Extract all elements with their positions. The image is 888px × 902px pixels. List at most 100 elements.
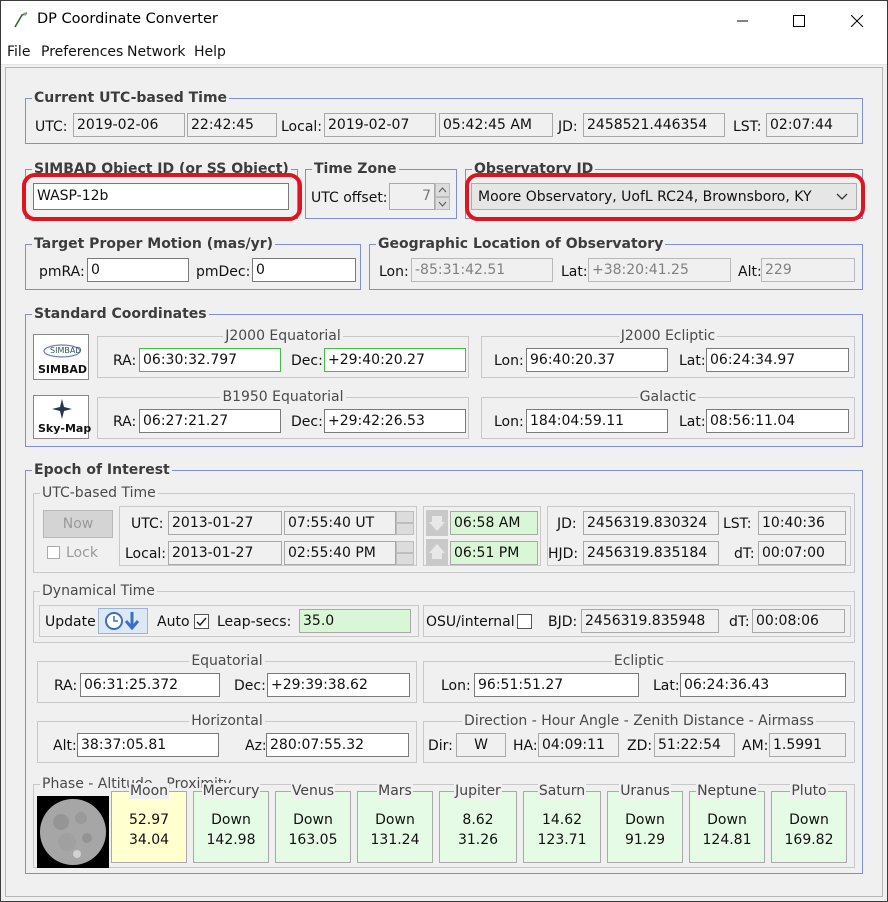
menu-preferences[interactable]: Preferences <box>41 44 123 60</box>
simbad-object-input[interactable]: WASP-12b <box>33 183 289 210</box>
am-value: 1.5991 <box>769 733 846 757</box>
j2000-ra-label: RA: <box>113 353 137 369</box>
epoch-local-label: Local: <box>125 546 167 562</box>
planet-value-1: Down <box>625 812 665 828</box>
horiz-az-input[interactable]: 280:07:55.32 <box>266 733 409 757</box>
set-button[interactable] <box>426 510 448 536</box>
zd-value: 51:22:54 <box>654 733 735 757</box>
pmdec-input[interactable]: 0 <box>252 258 356 282</box>
observatory-select[interactable]: Moore Observatory, UofL RC24, Brownsboro… <box>471 183 857 210</box>
current-local-date: 2019-02-07 <box>324 113 436 137</box>
leap-secs-input[interactable]: 35.0 <box>299 609 411 633</box>
j2000-ecl-lat-input[interactable]: 06:24:34.97 <box>706 348 849 372</box>
pmra-label: pmRA: <box>39 264 85 280</box>
minimize-button[interactable] <box>715 1 771 40</box>
dir-label: Dir: <box>428 738 453 754</box>
geo-alt-label: Alt: <box>738 264 762 280</box>
b1950-dec-input[interactable]: +29:42:26.53 <box>324 409 466 433</box>
close-button[interactable] <box>829 1 885 40</box>
b1950-ra-label: RA: <box>113 414 137 430</box>
j2000-dec-input[interactable]: +29:40:20.27 <box>324 348 466 372</box>
horiz-alt-label: Alt: <box>53 738 77 754</box>
auto-label: Auto <box>157 614 190 630</box>
geo-alt-input[interactable]: 229 <box>761 258 855 282</box>
proper-motion-legend: Target Proper Motion (mas/yr) <box>34 236 274 252</box>
planet-name: Uranus <box>619 783 671 799</box>
epoch-equatorial-title: Equatorial <box>191 653 263 669</box>
lock-checkbox[interactable] <box>47 546 60 559</box>
b1950-dec-label: Dec: <box>291 414 323 430</box>
simbad-logo-text: SIMBAD <box>38 363 87 376</box>
galactic-lat-input[interactable]: 08:56:11.04 <box>706 409 849 433</box>
epoch-local-date[interactable]: 2013-01-27 <box>168 541 282 565</box>
utc-offset-input[interactable]: 7 <box>389 183 435 210</box>
j2000-ra-input[interactable]: 06:30:32.797 <box>139 348 281 372</box>
clock-download-icon <box>105 612 140 631</box>
epoch-dt-label: dT: <box>734 546 755 562</box>
bjd-label: BJD: <box>548 614 578 630</box>
planet-value-2: 31.26 <box>457 832 499 848</box>
j2000-ecl-lat-label: Lat: <box>679 353 706 369</box>
auto-checkbox[interactable] <box>194 614 209 629</box>
planet-value-1: 52.97 <box>128 812 170 828</box>
epoch-jd[interactable]: 2456319.830324 <box>583 511 719 535</box>
simbad-button[interactable]: SIMBAD SIMBAD <box>33 334 89 380</box>
planet-name: Jupiter <box>454 783 502 799</box>
dyn-dt-label: dT: <box>729 614 750 630</box>
local-time-up[interactable] <box>396 541 414 553</box>
planet-neptune: Neptune Down 124.81 <box>689 783 765 863</box>
planet-moon: Moon 52.97 34.04 <box>111 783 187 863</box>
now-button[interactable]: Now <box>43 510 113 538</box>
menu-help[interactable]: Help <box>194 44 226 60</box>
planet-value-2: 124.81 <box>702 832 752 848</box>
utc-time-down[interactable] <box>396 523 414 535</box>
arrow-up-icon <box>429 544 445 559</box>
horizontal-title: Horizontal <box>191 713 263 729</box>
menu-file[interactable]: File <box>7 44 30 60</box>
timezone-legend: Time Zone <box>314 161 397 177</box>
horiz-alt-input[interactable]: 38:37:05.81 <box>77 733 219 757</box>
menu-network[interactable]: Network <box>127 44 185 60</box>
current-utc-time: 22:42:45 <box>187 113 277 137</box>
epoch-dec-input[interactable]: +29:39:38.62 <box>267 673 410 697</box>
lock-label: Lock <box>66 545 98 561</box>
local-time-down[interactable] <box>396 553 414 565</box>
epoch-utc-date[interactable]: 2013-01-27 <box>168 511 282 535</box>
epoch-ra-input[interactable]: 06:31:25.372 <box>80 673 220 697</box>
epoch-jd-label: JD: <box>557 516 577 532</box>
epoch-local-time[interactable]: 02:55:40 PM <box>284 541 396 565</box>
utc-offset-up[interactable] <box>435 183 450 197</box>
planet-venus: Venus Down 163.05 <box>275 783 351 863</box>
epoch-utc-time[interactable]: 07:55:40 UT <box>284 511 396 535</box>
galactic-lon-input[interactable]: 184:04:59.11 <box>526 409 668 433</box>
update-button[interactable] <box>98 608 148 634</box>
chevron-down-icon <box>438 201 447 207</box>
utc-time-up[interactable] <box>396 511 414 523</box>
leap-secs-label: Leap-secs: <box>217 614 292 630</box>
planet-value-2: 91.29 <box>624 832 666 848</box>
planet-value-2: 131.24 <box>370 832 420 848</box>
skymap-logo-text: Sky-Map <box>38 422 92 435</box>
utc-offset-down[interactable] <box>435 197 450 210</box>
epoch-hjd-label: HJD: <box>548 546 579 562</box>
j2000-ecl-lon-input[interactable]: 96:40:20.37 <box>526 348 668 372</box>
app-window: DP Coordinate Converter File Preferences… <box>0 0 888 902</box>
epoch-ecl-lon-input[interactable]: 96:51:51.27 <box>474 673 639 697</box>
epoch-ecl-lat-input[interactable]: 06:24:36.43 <box>680 673 846 697</box>
epoch-lst-label: LST: <box>723 516 752 532</box>
local-label: Local: <box>281 119 323 135</box>
epoch-ecliptic-title: Ecliptic <box>613 653 665 669</box>
geo-lat-input[interactable]: +38:20:41.25 <box>588 258 731 282</box>
maximize-button[interactable] <box>771 1 827 40</box>
geo-lon-input[interactable]: -85:31:42.51 <box>411 258 553 282</box>
b1950-eq-title: B1950 Equatorial <box>222 389 344 405</box>
galactic-lat-label: Lat: <box>679 414 706 430</box>
osu-checkbox[interactable] <box>517 614 532 629</box>
skymap-button[interactable]: Sky-Map <box>33 395 92 439</box>
current-jd: 2458521.446354 <box>583 113 725 137</box>
title-bar[interactable]: DP Coordinate Converter <box>1 1 887 40</box>
epoch-dt: 00:07:00 <box>758 541 846 565</box>
rise-button[interactable] <box>426 539 448 565</box>
pmra-input[interactable]: 0 <box>87 258 189 282</box>
b1950-ra-input[interactable]: 06:27:21.27 <box>139 409 281 433</box>
